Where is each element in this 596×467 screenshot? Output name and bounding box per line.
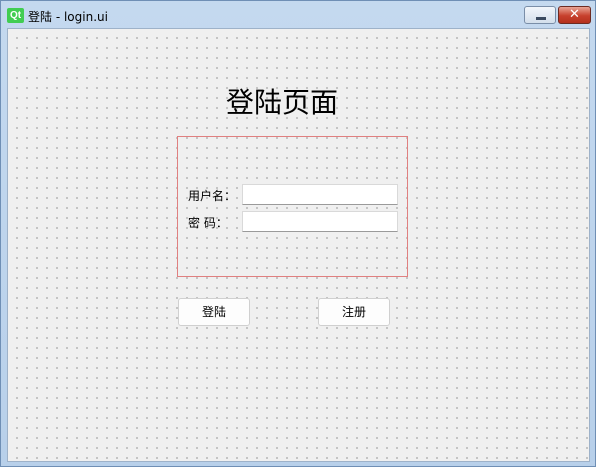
close-button[interactable]: ✕	[558, 6, 591, 24]
app-window: Qt 登陆 - login.ui ✕ 登陆页面 用户名： 密 码： 登陆 注册	[0, 0, 596, 467]
login-button[interactable]: 登陆	[178, 298, 250, 326]
page-title: 登陆页面	[226, 86, 339, 119]
login-form-frame: 用户名： 密 码：	[177, 136, 408, 277]
form-canvas: 登陆页面 用户名： 密 码： 登陆 注册	[7, 28, 590, 462]
register-button[interactable]: 注册	[318, 298, 390, 326]
title-bar[interactable]: Qt 登陆 - login.ui ✕	[1, 1, 595, 29]
close-icon: ✕	[569, 7, 580, 22]
username-input[interactable]	[242, 184, 398, 205]
password-input[interactable]	[242, 211, 398, 232]
qt-logo-icon: Qt	[7, 8, 24, 23]
window-title: 登陆 - login.ui	[28, 10, 108, 24]
minimize-icon	[536, 17, 546, 20]
password-label: 密 码：	[188, 216, 228, 230]
username-label: 用户名：	[188, 189, 237, 203]
minimize-button[interactable]	[524, 6, 556, 24]
